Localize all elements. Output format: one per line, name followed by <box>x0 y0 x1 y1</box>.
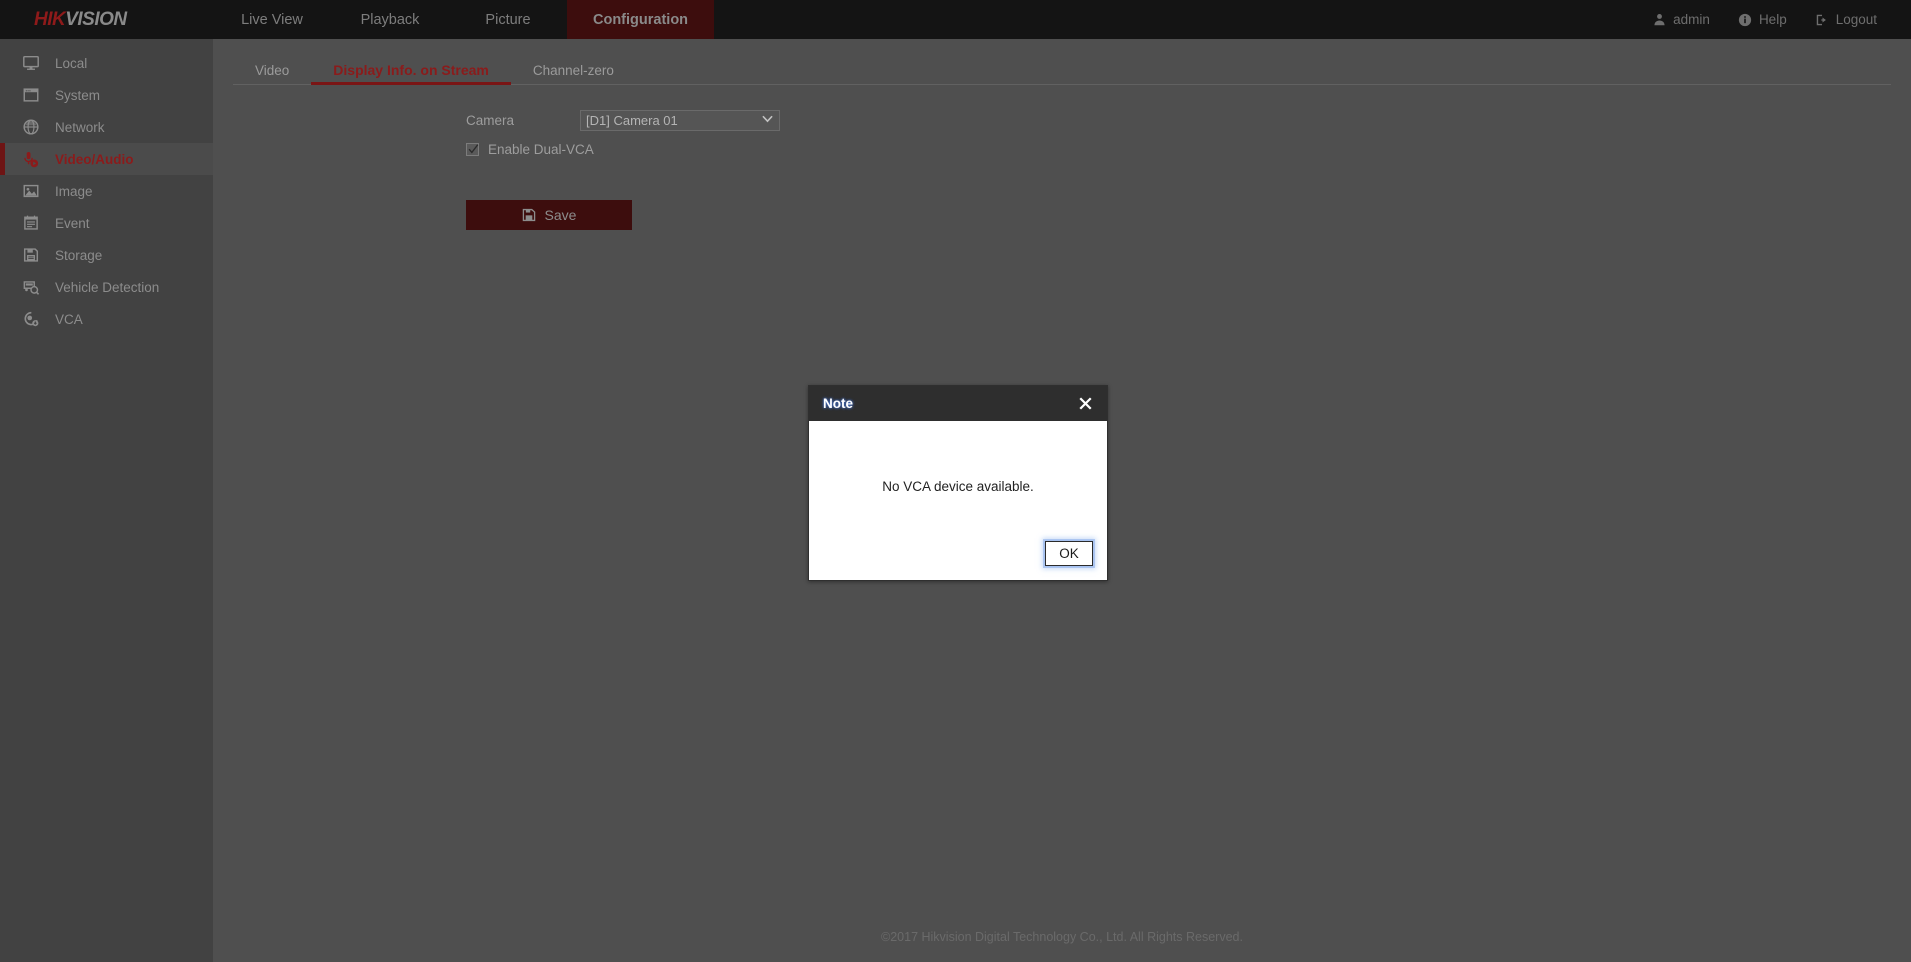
sidebar-item-image[interactable]: Image <box>0 175 213 207</box>
camera-select[interactable]: [D1] Camera 01 <box>580 109 780 131</box>
sidebar-item-vehicle-detection[interactable]: Vehicle Detection <box>0 271 213 303</box>
sidebar-label-system: System <box>55 87 101 103</box>
enable-dual-vca-row: Enable Dual-VCA <box>466 142 1911 157</box>
hikvision-logo: HIK VISION <box>0 0 213 39</box>
sidebar-label-vca: VCA <box>55 311 83 327</box>
sidebar-item-system[interactable]: System <box>0 79 213 111</box>
account-menu[interactable]: admin <box>1653 12 1710 27</box>
logout-link[interactable]: Logout <box>1815 12 1877 27</box>
sidebar-item-video-audio[interactable]: Video/Audio <box>0 143 213 175</box>
nav-tab-configuration[interactable]: Configuration <box>567 0 715 39</box>
display-info-form: Camera [D1] Camera 01 Enable Dual-VCA Sa… <box>213 85 1911 230</box>
sidebar-item-local[interactable]: Local <box>0 47 213 79</box>
picture-icon <box>22 182 40 200</box>
close-icon[interactable] <box>1075 394 1095 414</box>
vca-icon <box>22 310 40 328</box>
tab-display-info-on-stream[interactable]: Display Info. on Stream <box>311 62 511 85</box>
nav-tab-playback[interactable]: Playback <box>331 0 449 39</box>
sidebar-label-storage: Storage <box>55 247 103 263</box>
monitor-icon <box>22 54 40 72</box>
camera-select-value[interactable]: [D1] Camera 01 <box>580 109 780 131</box>
nav-tab-picture[interactable]: Picture <box>449 0 567 39</box>
help-link[interactable]: Help <box>1738 12 1787 27</box>
nav-tab-live-view[interactable]: Live View <box>213 0 331 39</box>
dialog-message: No VCA device available. <box>882 479 1034 494</box>
sidebar-label-event: Event <box>55 215 90 231</box>
camera-label: Camera <box>466 112 515 128</box>
globe-icon <box>22 118 40 136</box>
enable-dual-vca-label: Enable Dual-VCA <box>488 142 594 157</box>
content-tabs: Video Display Info. on Stream Channel-ze… <box>213 55 1911 85</box>
user-icon <box>1653 13 1666 26</box>
sidebar: Local System Network Video/Audio Image E… <box>0 39 213 962</box>
dialog-title: Note <box>823 396 853 411</box>
dialog-ok-button[interactable]: OK <box>1045 541 1093 566</box>
sidebar-item-event[interactable]: Event <box>0 207 213 239</box>
vehicle-search-icon <box>22 278 40 296</box>
note-dialog: Note No VCA device available. OK <box>808 385 1108 581</box>
nav-right-group: admin Help Logout <box>1653 0 1911 39</box>
floppy-disk-icon <box>22 246 40 264</box>
logo-text-hik: HIK <box>34 8 66 30</box>
save-icon <box>522 208 536 222</box>
microphone-play-icon <box>22 150 40 168</box>
tab-channel-zero[interactable]: Channel-zero <box>511 63 636 85</box>
save-button[interactable]: Save <box>466 200 632 230</box>
tab-video[interactable]: Video <box>233 63 311 85</box>
logout-icon <box>1815 13 1829 27</box>
enable-dual-vca-checkbox[interactable] <box>466 143 479 156</box>
footer-copyright: ©2017 Hikvision Digital Technology Co., … <box>881 930 1243 944</box>
dialog-header: Note <box>809 386 1107 421</box>
dialog-body: No VCA device available. OK <box>809 421 1107 580</box>
sidebar-label-vehicle-detection: Vehicle Detection <box>55 279 160 295</box>
main-nav-tabs: Live View Playback Picture Configuration <box>213 0 715 39</box>
logo-text-vision: VISION <box>65 8 127 30</box>
calendar-icon <box>22 214 40 232</box>
top-navigation-bar: HIK VISION Live View Playback Picture Con… <box>0 0 1911 39</box>
logout-label: Logout <box>1835 12 1877 27</box>
camera-row: Camera [D1] Camera 01 <box>213 107 1911 133</box>
sidebar-item-storage[interactable]: Storage <box>0 239 213 271</box>
sidebar-item-network[interactable]: Network <box>0 111 213 143</box>
window-icon <box>22 86 40 104</box>
help-label: Help <box>1758 12 1787 27</box>
sidebar-label-network: Network <box>55 119 105 135</box>
sidebar-label-local: Local <box>55 55 88 71</box>
info-icon <box>1738 13 1752 27</box>
save-button-label: Save <box>544 207 577 223</box>
sidebar-label-image: Image <box>55 183 93 199</box>
sidebar-item-vca[interactable]: VCA <box>0 303 213 335</box>
account-label: admin <box>1673 12 1710 27</box>
sidebar-label-video-audio: Video/Audio <box>55 151 134 167</box>
